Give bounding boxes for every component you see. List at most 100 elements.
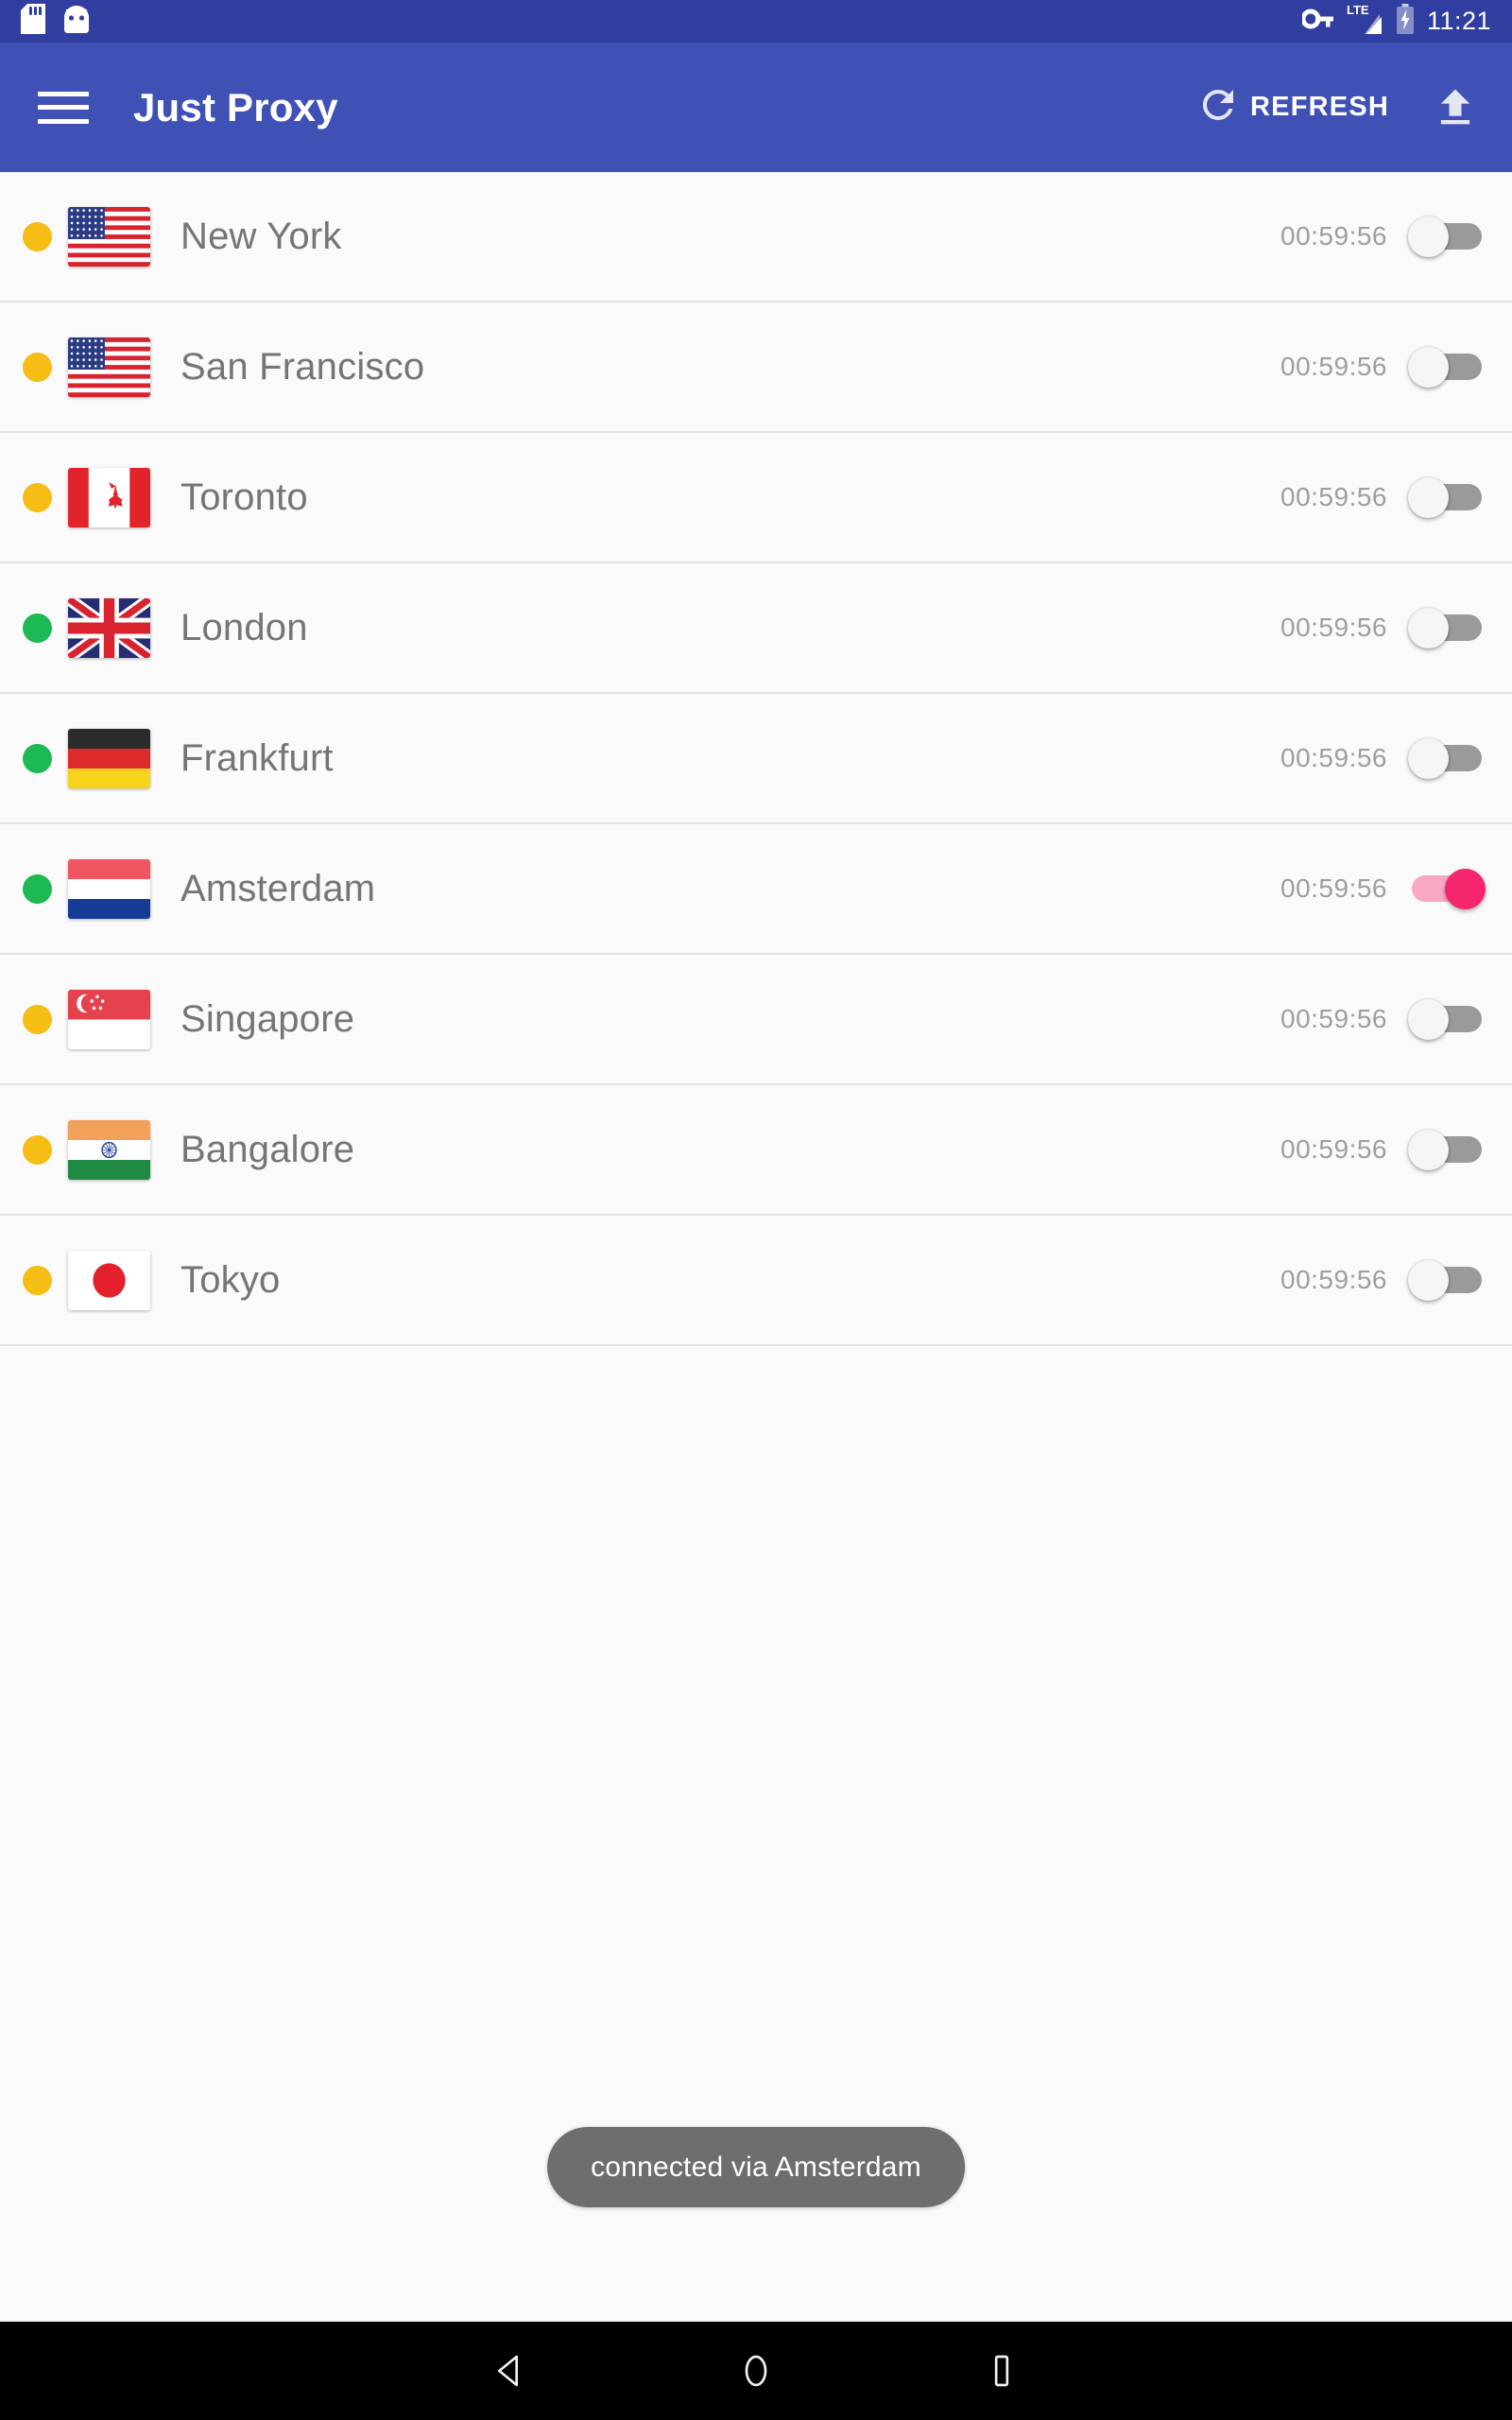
- server-timer: 00:59:56: [1280, 1265, 1387, 1294]
- toggle-thumb: [1408, 477, 1449, 518]
- flag-icon-jp: [68, 1250, 150, 1310]
- status-dot-yellow: [23, 221, 52, 251]
- server-city-label: Toronto: [180, 475, 308, 518]
- server-toggle-switch[interactable]: [1408, 215, 1486, 258]
- flag-icon-in: [68, 1119, 150, 1180]
- svg-text:LTE: LTE: [1347, 3, 1369, 17]
- hamburger-bar: [38, 105, 89, 110]
- toggle-thumb: [1408, 999, 1449, 1040]
- server-timer: 00:59:56: [1280, 482, 1387, 511]
- status-dot-green: [23, 613, 52, 643]
- refresh-icon: [1195, 82, 1241, 132]
- server-row[interactable]: New York 00:59:56: [0, 172, 1512, 302]
- server-toggle-switch[interactable]: [1408, 1258, 1486, 1302]
- server-toggle-switch[interactable]: [1408, 345, 1486, 389]
- status-bar-clock: 11:21: [1426, 7, 1491, 35]
- server-timer: 00:59:56: [1280, 352, 1387, 381]
- server-row-right: 00:59:56: [1280, 867, 1486, 910]
- status-bar: LTE 11:21: [0, 0, 1512, 43]
- server-city-label: San Francisco: [180, 345, 425, 388]
- android-icon: [62, 4, 91, 39]
- toggle-thumb: [1408, 1130, 1449, 1170]
- flag-icon-ca: [68, 467, 150, 527]
- server-row-right: 00:59:56: [1280, 475, 1486, 519]
- app-toolbar: Just Proxy REFRESH: [0, 43, 1512, 172]
- refresh-label: REFRESH: [1250, 92, 1389, 122]
- hamburger-menu-icon[interactable]: [38, 86, 89, 130]
- server-row-right: 00:59:56: [1280, 345, 1486, 389]
- upload-arrow-icon[interactable]: [1425, 78, 1486, 138]
- toggle-thumb: [1408, 347, 1449, 388]
- status-dot-green: [23, 743, 52, 773]
- server-city-label: Frankfurt: [180, 736, 334, 779]
- status-dot-yellow: [23, 1004, 52, 1034]
- server-timer: 00:59:56: [1280, 613, 1387, 642]
- hamburger-bar: [38, 91, 89, 96]
- flag-icon-gb: [68, 597, 150, 658]
- sd-card-icon: [21, 4, 45, 39]
- app-root: LTE 11:21 Just Proxy REFRESH New York 00…: [0, 0, 1512, 2420]
- page-title: Just Proxy: [133, 84, 338, 130]
- hamburger-bar: [38, 118, 89, 124]
- home-circle-icon[interactable]: [633, 2322, 879, 2420]
- server-row-right: 00:59:56: [1280, 1258, 1486, 1302]
- server-timer: 00:59:56: [1280, 221, 1387, 251]
- server-row[interactable]: San Francisco 00:59:56: [0, 302, 1512, 433]
- server-timer: 00:59:56: [1280, 1134, 1387, 1164]
- server-row-right: 00:59:56: [1280, 736, 1486, 780]
- server-city-label: Amsterdam: [180, 867, 376, 909]
- status-dot-yellow: [23, 352, 52, 382]
- server-city-label: Tokyo: [180, 1258, 281, 1301]
- server-toggle-switch[interactable]: [1408, 606, 1486, 649]
- server-row[interactable]: Tokyo 00:59:56: [0, 1216, 1512, 1346]
- toolbar-actions: REFRESH: [1195, 78, 1486, 138]
- server-toggle-switch[interactable]: [1408, 867, 1486, 910]
- lte-signal-icon: LTE: [1346, 3, 1383, 40]
- server-timer: 00:59:56: [1280, 873, 1387, 903]
- status-dot-yellow: [23, 482, 52, 512]
- toggle-thumb: [1408, 1260, 1449, 1301]
- server-timer: 00:59:56: [1280, 743, 1387, 772]
- server-row[interactable]: Amsterdam 00:59:56: [0, 824, 1512, 955]
- server-timer: 00:59:56: [1280, 1004, 1387, 1033]
- server-city-label: New York: [180, 215, 342, 257]
- vpn-key-icon: [1300, 9, 1333, 34]
- server-city-label: London: [180, 606, 308, 648]
- recents-square-icon[interactable]: [879, 2322, 1125, 2420]
- server-row[interactable]: Bangalore 00:59:56: [0, 1085, 1512, 1216]
- server-list: New York 00:59:56 San Francisco 00:59:56: [0, 172, 1512, 1346]
- flag-icon-de: [68, 728, 150, 788]
- server-row[interactable]: Singapore 00:59:56: [0, 955, 1512, 1085]
- toggle-thumb: [1408, 216, 1449, 257]
- server-city-label: Singapore: [180, 997, 355, 1040]
- server-row[interactable]: Toronto 00:59:56: [0, 433, 1512, 563]
- android-navigation-bar: [0, 2322, 1512, 2420]
- toggle-thumb: [1445, 869, 1486, 909]
- status-bar-right-icons: LTE 11:21: [1300, 3, 1491, 40]
- status-dot-yellow: [23, 1265, 52, 1295]
- server-toggle-switch[interactable]: [1408, 1128, 1486, 1171]
- refresh-button[interactable]: REFRESH: [1195, 82, 1389, 132]
- server-row[interactable]: Frankfurt 00:59:56: [0, 694, 1512, 824]
- toast-message: connected via Amsterdam: [547, 2127, 965, 2207]
- toggle-thumb: [1408, 608, 1449, 648]
- flag-icon-sg: [68, 989, 150, 1049]
- server-row-right: 00:59:56: [1280, 997, 1486, 1041]
- flag-icon-us: [68, 337, 150, 397]
- battery-charging-icon: [1396, 4, 1415, 39]
- server-toggle-switch[interactable]: [1408, 736, 1486, 780]
- server-toggle-switch[interactable]: [1408, 997, 1486, 1041]
- status-dot-yellow: [23, 1134, 52, 1165]
- server-city-label: Bangalore: [180, 1128, 355, 1170]
- server-toggle-switch[interactable]: [1408, 475, 1486, 519]
- flag-icon-nl: [68, 858, 150, 919]
- server-row[interactable]: London 00:59:56: [0, 563, 1512, 694]
- back-triangle-icon[interactable]: [387, 2322, 633, 2420]
- status-dot-green: [23, 873, 52, 904]
- server-row-right: 00:59:56: [1280, 215, 1486, 258]
- server-row-right: 00:59:56: [1280, 1128, 1486, 1171]
- toggle-thumb: [1408, 738, 1449, 779]
- flag-icon-us: [68, 206, 150, 267]
- server-row-right: 00:59:56: [1280, 606, 1486, 649]
- status-bar-left-icons: [21, 4, 91, 39]
